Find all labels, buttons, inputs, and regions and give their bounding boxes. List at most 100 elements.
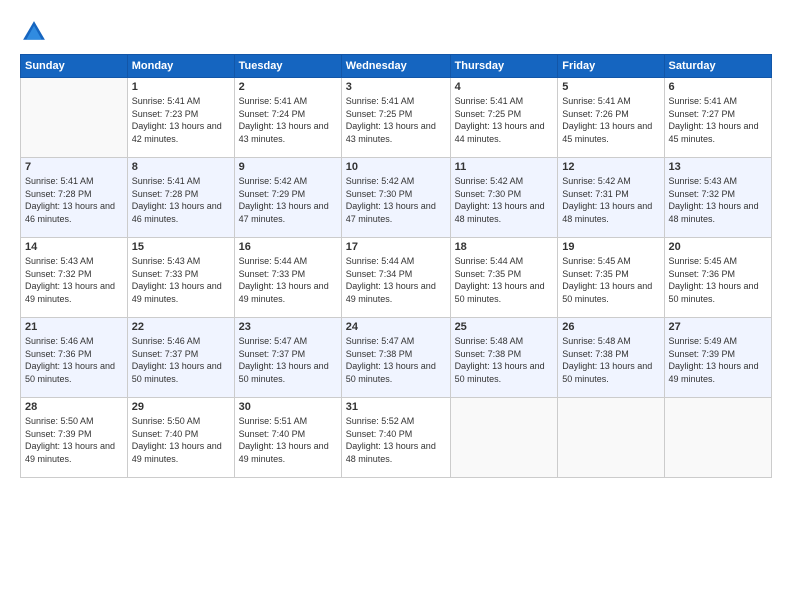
day-info: Sunrise: 5:41 AMSunset: 7:28 PMDaylight:… (25, 175, 123, 225)
day-number: 20 (669, 241, 767, 253)
day-info: Sunrise: 5:45 AMSunset: 7:36 PMDaylight:… (669, 255, 767, 305)
day-number: 8 (132, 161, 230, 173)
day-info: Sunrise: 5:50 AMSunset: 7:39 PMDaylight:… (25, 415, 123, 465)
day-info: Sunrise: 5:47 AMSunset: 7:37 PMDaylight:… (239, 335, 337, 385)
day-cell: 16 Sunrise: 5:44 AMSunset: 7:33 PMDayligh… (234, 238, 341, 318)
day-cell: 30 Sunrise: 5:51 AMSunset: 7:40 PMDayligh… (234, 398, 341, 478)
day-cell: 9 Sunrise: 5:42 AMSunset: 7:29 PMDaylight… (234, 158, 341, 238)
day-number: 26 (562, 321, 659, 333)
day-number: 2 (239, 81, 337, 93)
day-cell: 25 Sunrise: 5:48 AMSunset: 7:38 PMDayligh… (450, 318, 558, 398)
day-cell: 23 Sunrise: 5:47 AMSunset: 7:37 PMDayligh… (234, 318, 341, 398)
day-number: 22 (132, 321, 230, 333)
week-row-5: 28 Sunrise: 5:50 AMSunset: 7:39 PMDayligh… (21, 398, 772, 478)
day-number: 19 (562, 241, 659, 253)
logo (20, 18, 52, 46)
day-cell: 7 Sunrise: 5:41 AMSunset: 7:28 PMDaylight… (21, 158, 128, 238)
day-cell: 28 Sunrise: 5:50 AMSunset: 7:39 PMDayligh… (21, 398, 128, 478)
day-cell: 22 Sunrise: 5:46 AMSunset: 7:37 PMDayligh… (127, 318, 234, 398)
day-header-thursday: Thursday (450, 55, 558, 78)
day-cell (558, 398, 664, 478)
day-number: 7 (25, 161, 123, 173)
day-number: 23 (239, 321, 337, 333)
day-cell: 1 Sunrise: 5:41 AMSunset: 7:23 PMDaylight… (127, 78, 234, 158)
day-number: 11 (455, 161, 554, 173)
day-number: 25 (455, 321, 554, 333)
week-row-2: 7 Sunrise: 5:41 AMSunset: 7:28 PMDaylight… (21, 158, 772, 238)
day-info: Sunrise: 5:52 AMSunset: 7:40 PMDaylight:… (346, 415, 446, 465)
day-cell: 27 Sunrise: 5:49 AMSunset: 7:39 PMDayligh… (664, 318, 771, 398)
day-number: 24 (346, 321, 446, 333)
day-number: 15 (132, 241, 230, 253)
day-cell: 8 Sunrise: 5:41 AMSunset: 7:28 PMDaylight… (127, 158, 234, 238)
day-info: Sunrise: 5:41 AMSunset: 7:23 PMDaylight:… (132, 95, 230, 145)
day-cell: 24 Sunrise: 5:47 AMSunset: 7:38 PMDayligh… (341, 318, 450, 398)
header (20, 18, 772, 46)
day-number: 12 (562, 161, 659, 173)
calendar-table: SundayMondayTuesdayWednesdayThursdayFrid… (20, 54, 772, 478)
day-info: Sunrise: 5:43 AMSunset: 7:33 PMDaylight:… (132, 255, 230, 305)
day-info: Sunrise: 5:51 AMSunset: 7:40 PMDaylight:… (239, 415, 337, 465)
day-cell: 19 Sunrise: 5:45 AMSunset: 7:35 PMDayligh… (558, 238, 664, 318)
day-number: 3 (346, 81, 446, 93)
day-number: 29 (132, 401, 230, 413)
day-info: Sunrise: 5:46 AMSunset: 7:36 PMDaylight:… (25, 335, 123, 385)
day-number: 9 (239, 161, 337, 173)
day-header-friday: Friday (558, 55, 664, 78)
day-cell: 21 Sunrise: 5:46 AMSunset: 7:36 PMDayligh… (21, 318, 128, 398)
week-row-4: 21 Sunrise: 5:46 AMSunset: 7:36 PMDayligh… (21, 318, 772, 398)
week-row-3: 14Sunrise: 5:43 AMSunset: 7:32 PMDayligh… (21, 238, 772, 318)
day-number: 31 (346, 401, 446, 413)
day-info: Sunrise: 5:41 AMSunset: 7:27 PMDaylight:… (669, 95, 767, 145)
day-number: 1 (132, 81, 230, 93)
day-cell: 29 Sunrise: 5:50 AMSunset: 7:40 PMDayligh… (127, 398, 234, 478)
day-number: 18 (455, 241, 554, 253)
page: SundayMondayTuesdayWednesdayThursdayFrid… (0, 0, 792, 612)
day-info: Sunrise: 5:50 AMSunset: 7:40 PMDaylight:… (132, 415, 230, 465)
day-cell: 6Sunrise: 5:41 AMSunset: 7:27 PMDaylight… (664, 78, 771, 158)
day-info: Sunrise: 5:44 AMSunset: 7:35 PMDaylight:… (455, 255, 554, 305)
day-header-monday: Monday (127, 55, 234, 78)
day-cell: 13Sunrise: 5:43 AMSunset: 7:32 PMDayligh… (664, 158, 771, 238)
day-cell: 17Sunrise: 5:44 AMSunset: 7:34 PMDayligh… (341, 238, 450, 318)
day-number: 16 (239, 241, 337, 253)
day-header-sunday: Sunday (21, 55, 128, 78)
day-number: 4 (455, 81, 554, 93)
day-cell: 20 Sunrise: 5:45 AMSunset: 7:36 PMDayligh… (664, 238, 771, 318)
day-info: Sunrise: 5:41 AMSunset: 7:26 PMDaylight:… (562, 95, 659, 145)
day-cell (450, 398, 558, 478)
day-number: 5 (562, 81, 659, 93)
day-info: Sunrise: 5:41 AMSunset: 7:25 PMDaylight:… (346, 95, 446, 145)
day-number: 17 (346, 241, 446, 253)
day-number: 28 (25, 401, 123, 413)
day-info: Sunrise: 5:44 AMSunset: 7:33 PMDaylight:… (239, 255, 337, 305)
day-number: 27 (669, 321, 767, 333)
day-header-saturday: Saturday (664, 55, 771, 78)
day-cell: 3 Sunrise: 5:41 AMSunset: 7:25 PMDaylight… (341, 78, 450, 158)
day-cell: 31 Sunrise: 5:52 AMSunset: 7:40 PMDayligh… (341, 398, 450, 478)
day-info: Sunrise: 5:41 AMSunset: 7:25 PMDaylight:… (455, 95, 554, 145)
day-info: Sunrise: 5:48 AMSunset: 7:38 PMDaylight:… (455, 335, 554, 385)
day-info: Sunrise: 5:42 AMSunset: 7:29 PMDaylight:… (239, 175, 337, 225)
day-cell: 5 Sunrise: 5:41 AMSunset: 7:26 PMDaylight… (558, 78, 664, 158)
day-info: Sunrise: 5:46 AMSunset: 7:37 PMDaylight:… (132, 335, 230, 385)
day-number: 30 (239, 401, 337, 413)
day-number: 21 (25, 321, 123, 333)
day-info: Sunrise: 5:47 AMSunset: 7:38 PMDaylight:… (346, 335, 446, 385)
day-cell: 14Sunrise: 5:43 AMSunset: 7:32 PMDayligh… (21, 238, 128, 318)
day-info: Sunrise: 5:42 AMSunset: 7:30 PMDaylight:… (346, 175, 446, 225)
day-info: Sunrise: 5:43 AMSunset: 7:32 PMDaylight:… (25, 255, 123, 305)
day-cell: 11 Sunrise: 5:42 AMSunset: 7:30 PMDayligh… (450, 158, 558, 238)
day-info: Sunrise: 5:43 AMSunset: 7:32 PMDaylight:… (669, 175, 767, 225)
day-cell: 10 Sunrise: 5:42 AMSunset: 7:30 PMDayligh… (341, 158, 450, 238)
header-row: SundayMondayTuesdayWednesdayThursdayFrid… (21, 55, 772, 78)
day-info: Sunrise: 5:42 AMSunset: 7:31 PMDaylight:… (562, 175, 659, 225)
day-info: Sunrise: 5:42 AMSunset: 7:30 PMDaylight:… (455, 175, 554, 225)
day-cell: 26Sunrise: 5:48 AMSunset: 7:38 PMDayligh… (558, 318, 664, 398)
day-number: 10 (346, 161, 446, 173)
day-info: Sunrise: 5:45 AMSunset: 7:35 PMDaylight:… (562, 255, 659, 305)
day-info: Sunrise: 5:49 AMSunset: 7:39 PMDaylight:… (669, 335, 767, 385)
day-header-wednesday: Wednesday (341, 55, 450, 78)
day-cell (21, 78, 128, 158)
day-info: Sunrise: 5:41 AMSunset: 7:28 PMDaylight:… (132, 175, 230, 225)
